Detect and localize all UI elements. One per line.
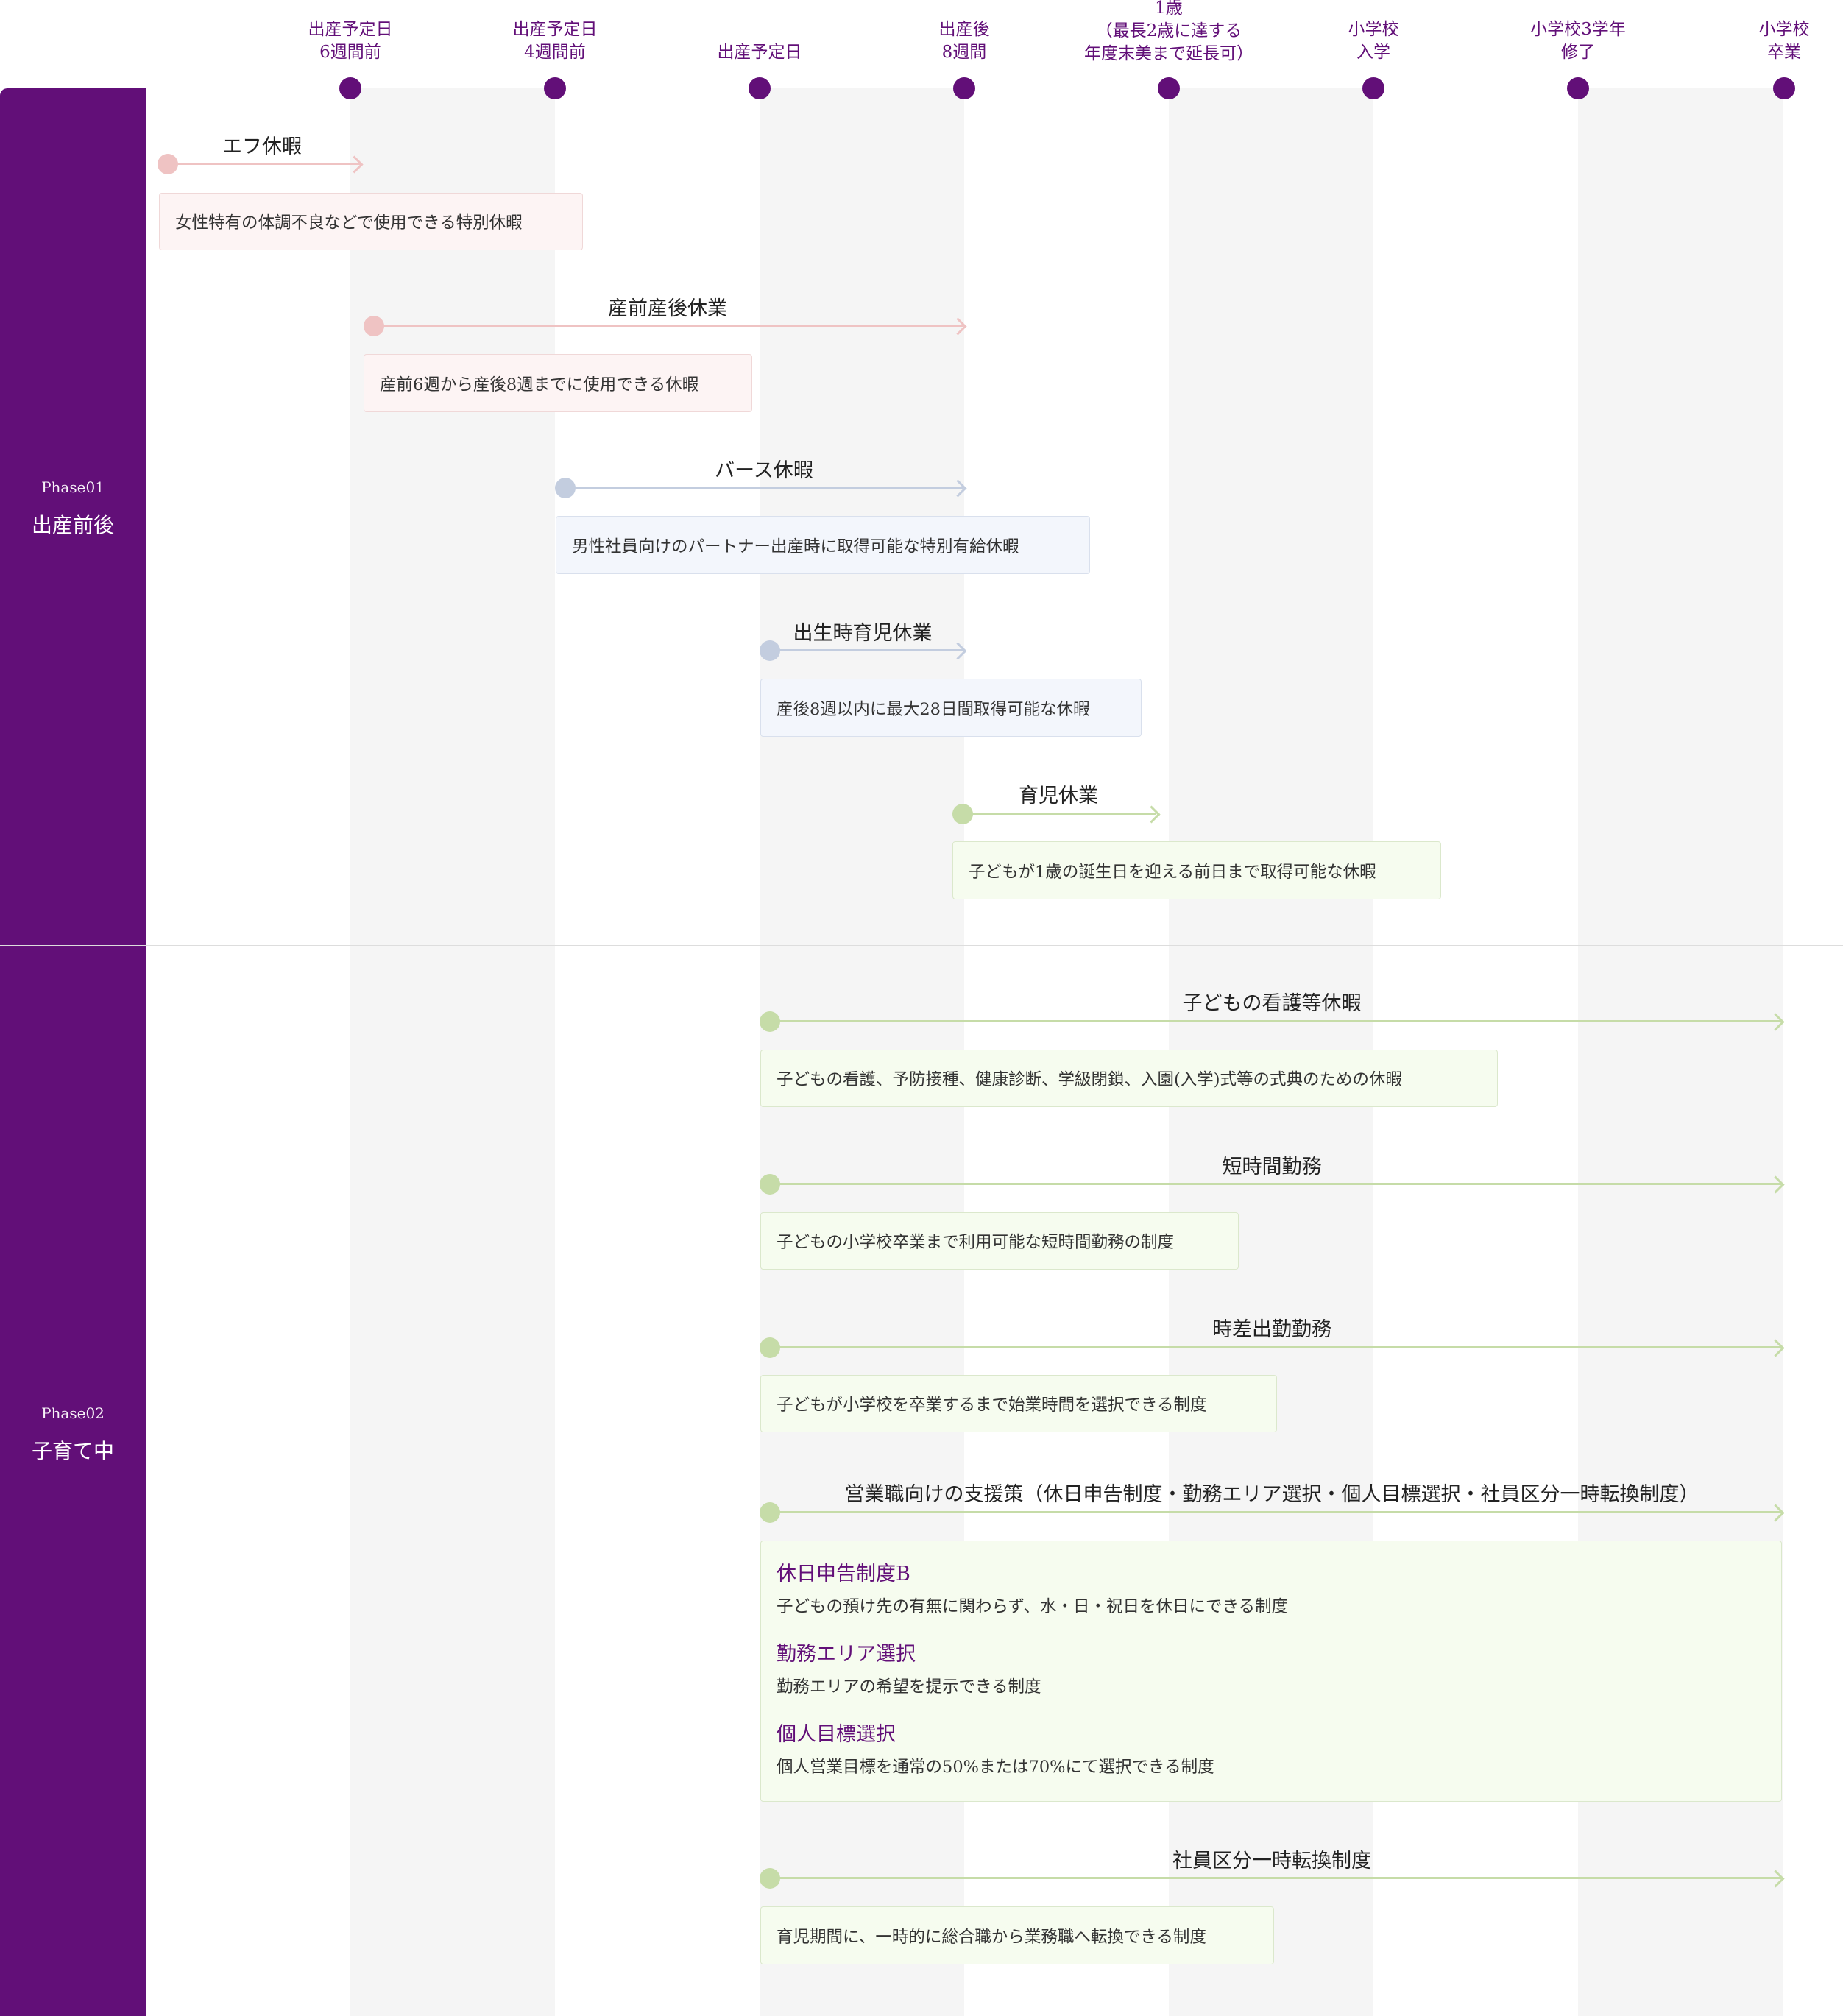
program-span-line: [374, 325, 963, 327]
program-span-line: [770, 1183, 1781, 1185]
program-description-list: 休日申告制度B 子どもの預け先の有無に関わらず、水・日・祝日を休日にできる制度 …: [760, 1541, 1782, 1802]
phase-divider: [0, 945, 1843, 946]
program-span-line: [565, 487, 963, 489]
program-description: 産前6週から産後8週までに使用できる休暇: [364, 354, 752, 412]
program-start-dot: [760, 1502, 780, 1523]
program-start-dot: [760, 1337, 780, 1358]
milestone-label: 1歳 （最長2歳に達する 年度末美まで延長可）: [1084, 0, 1253, 63]
program-start-dot: [952, 804, 973, 824]
program-description: 子どもの看護、予防接種、健康診断、学級閉鎖、入園(入学)式等の式典のための休暇: [760, 1050, 1498, 1107]
program-title: 営業職向けの支援策（休日申告制度・勤務エリア選択・個人目標選択・社員区分一時転換…: [844, 1483, 1699, 1506]
program-span-line: [770, 1877, 1781, 1879]
phase-01-bar: Phase01 出産前後: [0, 88, 146, 945]
program-description: 子どもが小学校を卒業するまで始業時間を選択できる制度: [760, 1375, 1277, 1432]
program-title: バース休暇: [715, 459, 813, 482]
program-title: 産前産後休業: [608, 297, 727, 320]
sub-program-text: 勤務エリアの希望を提示できる制度: [777, 1677, 1041, 1697]
program-start-dot: [760, 1174, 780, 1195]
program-description: 育児期間に、一時的に総合職から業務職へ転換できる制度: [760, 1906, 1274, 1964]
milestone-label: 小学校 卒業: [1758, 20, 1810, 62]
phase-title: 子育て中: [31, 1439, 114, 1463]
program-description: 子どもの小学校卒業まで利用可能な短時間勤務の制度: [760, 1212, 1239, 1270]
program-start-dot: [555, 478, 576, 498]
sub-program-title: 勤務エリア選択: [777, 1643, 916, 1666]
milestone-dot: [1158, 77, 1180, 99]
program-title: エフ休暇: [222, 135, 302, 158]
column-band: [1783, 88, 1843, 2016]
program-description: 産後8週以内に最大28日間取得可能な休暇: [760, 679, 1142, 737]
program-span-line: [770, 1511, 1781, 1513]
milestone-label: 小学校 入学: [1348, 20, 1399, 62]
milestone-dot: [339, 77, 361, 99]
sub-program-text: 個人営業目標を通常の50%または70%にて選択できる制度: [777, 1758, 1214, 1777]
sub-program-title: 休日申告制度B: [777, 1563, 910, 1585]
program-start-dot: [364, 316, 384, 336]
program-title: 子どもの看護等休暇: [1182, 992, 1362, 1015]
program-title: 短時間勤務: [1222, 1156, 1322, 1178]
column-band: [146, 88, 350, 2016]
milestone-dot: [953, 77, 975, 99]
milestone-dot: [749, 77, 771, 99]
phase-title: 出産前後: [31, 513, 114, 537]
milestone-dot: [544, 77, 566, 99]
milestone-label: 出産予定日 6週間前: [308, 20, 393, 62]
program-description: 女性特有の体調不良などで使用できる特別休暇: [159, 193, 583, 250]
milestone-dot: [1362, 77, 1384, 99]
program-title: 社員区分一時転換制度: [1172, 1850, 1371, 1872]
sub-program-text: 子どもの預け先の有無に関わらず、水・日・祝日を休日にできる制度: [777, 1597, 1289, 1616]
phase-02-bar: Phase02 子育て中: [0, 946, 146, 2016]
program-title: 時差出勤勤務: [1212, 1318, 1331, 1341]
program-title: 出生時育児休業: [793, 622, 933, 645]
program-start-dot: [760, 1011, 780, 1032]
program-span-line: [770, 1020, 1781, 1022]
program-span-line: [770, 649, 963, 651]
program-span-line: [963, 813, 1156, 815]
milestone-dot: [1567, 77, 1589, 99]
phase-label: Phase02: [41, 1404, 105, 1422]
program-span-line: [770, 1346, 1781, 1348]
program-start-dot: [760, 1868, 780, 1889]
sub-program-title: 個人目標選択: [777, 1723, 896, 1746]
milestone-label: 出産予定日: [717, 43, 802, 62]
phase-label: Phase01: [41, 478, 105, 496]
milestone-label: 出産予定日 4週間前: [512, 20, 598, 62]
program-start-dot: [158, 154, 178, 174]
milestone-label: 出産後 8週間: [938, 20, 990, 62]
milestone-dot: [1773, 77, 1795, 99]
program-description: 子どもが1歳の誕生日を迎える前日まで取得可能な休暇: [952, 841, 1441, 899]
program-title: 育児休業: [1019, 785, 1098, 807]
program-start-dot: [760, 640, 780, 661]
program-span-line: [168, 163, 361, 165]
milestone-label: 小学校3学年 修了: [1530, 20, 1626, 62]
program-description: 男性社員向けのパートナー出産時に取得可能な特別有給休暇: [556, 516, 1090, 574]
